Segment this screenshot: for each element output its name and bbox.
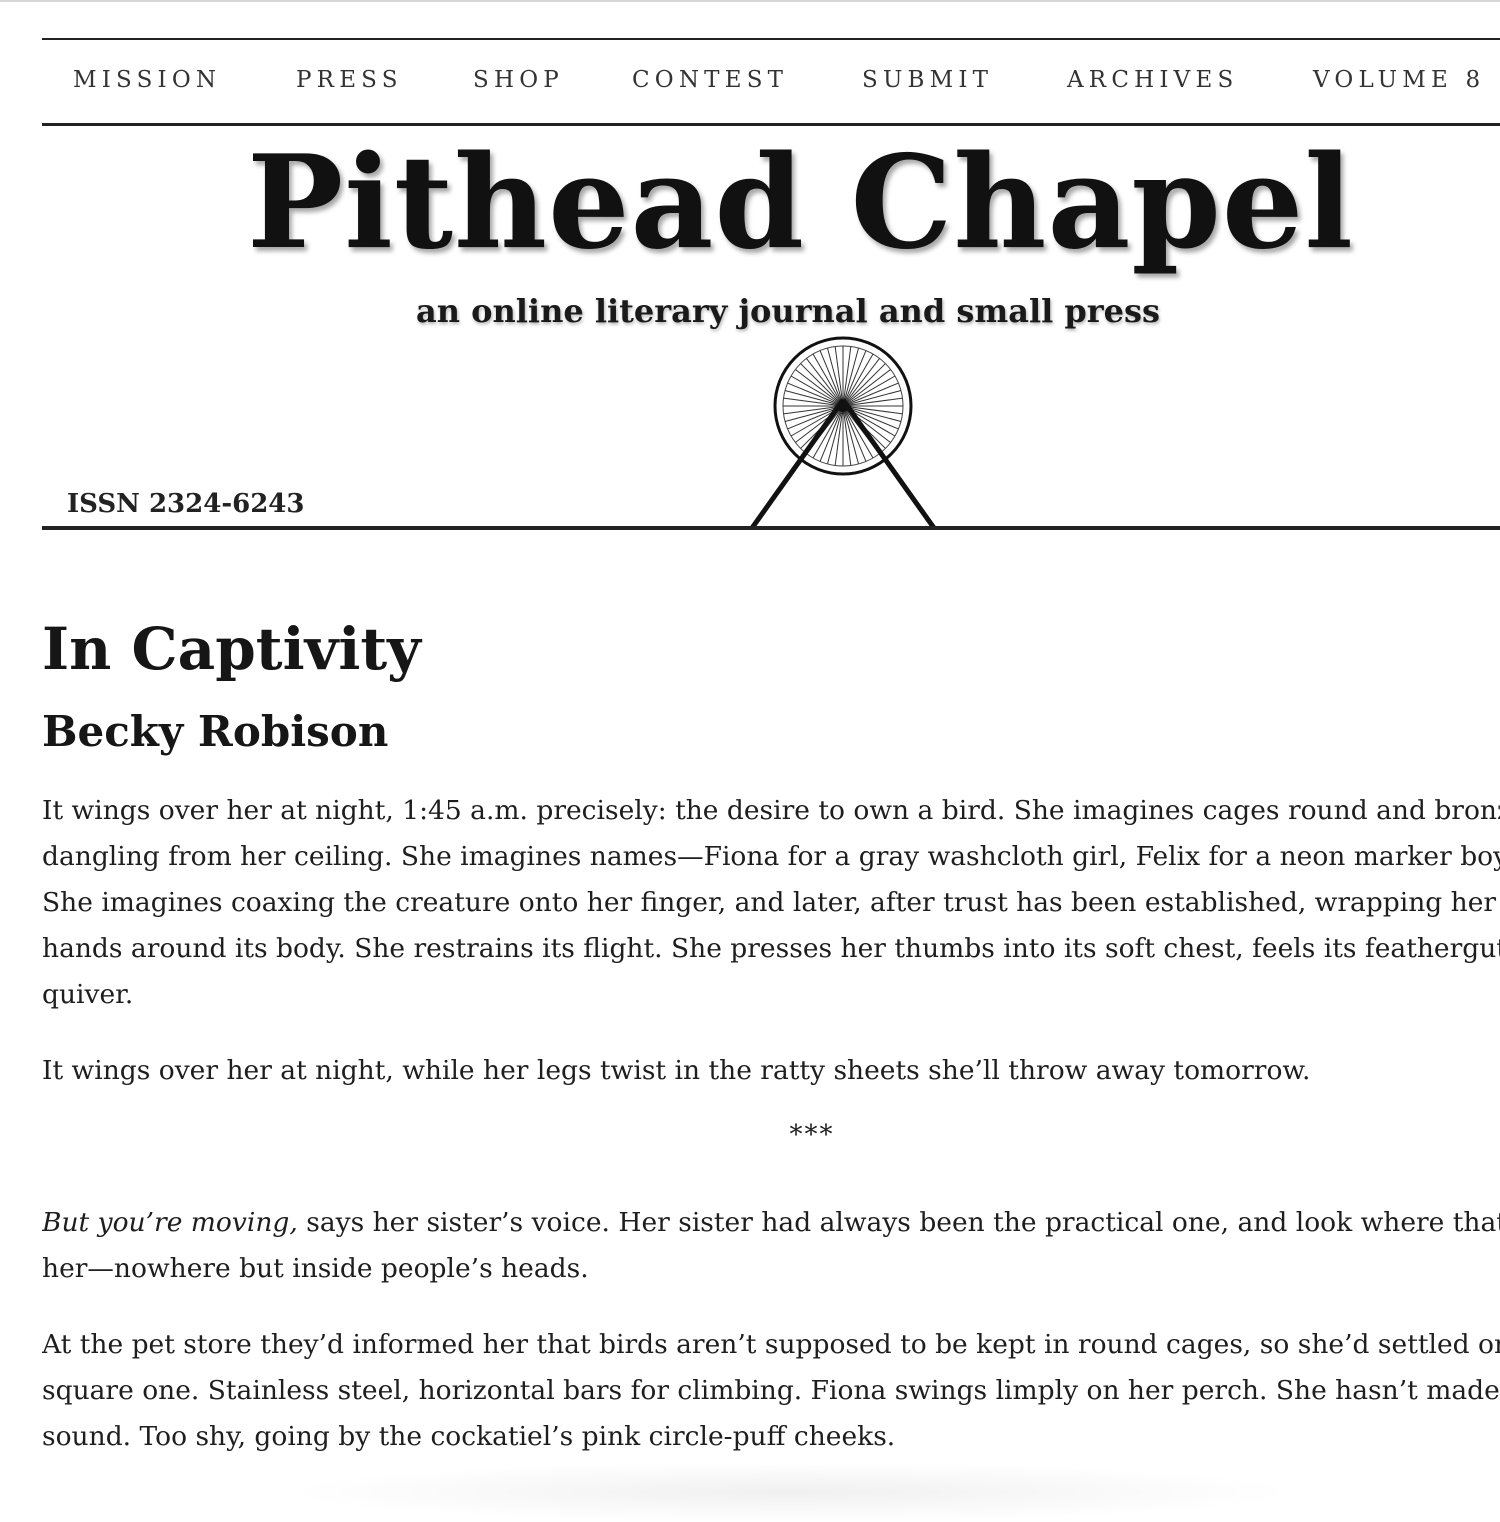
paragraph-line: sound. Too shy, going by the cockatiel’s… bbox=[42, 1421, 896, 1452]
issn-label: ISSN 2324-6243 bbox=[67, 489, 305, 519]
italic-quote: But you’re moving, bbox=[42, 1207, 298, 1238]
paragraph-text: says her sister’s voice. Her sister had … bbox=[297, 1207, 1500, 1238]
paragraph-line: dangling from her ceiling. She imagines … bbox=[42, 841, 1500, 872]
site-banner[interactable]: Pithead Chapel an online literary journa… bbox=[42, 128, 1500, 530]
nav-press-link[interactable]: PRESS bbox=[296, 67, 403, 93]
paragraph-line: quiver. bbox=[42, 979, 134, 1010]
paragraph-line: At the pet store they’d informed her tha… bbox=[42, 1329, 1500, 1360]
headframe-wheel-icon bbox=[750, 336, 936, 526]
site-title: Pithead Chapel bbox=[247, 128, 1354, 278]
nav-shop-link[interactable]: SHOP bbox=[473, 67, 564, 93]
article: In Captivity Becky Robison bbox=[42, 615, 1500, 757]
main-nav: MISSION PRESS SHOP CONTEST SUBMIT ARCHIV… bbox=[42, 38, 1500, 126]
article-title: In Captivity bbox=[42, 615, 421, 683]
site-tagline: an online literary journal and small pre… bbox=[416, 292, 1161, 330]
paragraph-2: It wings over her at night, while her le… bbox=[42, 1048, 1500, 1094]
nav-submit-link[interactable]: SUBMIT bbox=[862, 67, 993, 93]
nav-volume-link[interactable]: VOLUME 8 bbox=[1313, 67, 1485, 93]
bottom-shadow bbox=[280, 1462, 1300, 1522]
paragraph-line: She imagines coaxing the creature onto h… bbox=[42, 887, 1497, 918]
paragraph-1: It wings over her at night, 1:45 a.m. pr… bbox=[42, 788, 1500, 1018]
nav-archives-link[interactable]: ARCHIVES bbox=[1067, 67, 1238, 93]
section-separator: *** bbox=[789, 1120, 835, 1150]
article-author: Becky Robison bbox=[42, 706, 389, 756]
paragraph-line: square one. Stainless steel, horizontal … bbox=[42, 1375, 1500, 1406]
top-divider bbox=[0, 0, 1500, 2]
paragraph-line: hands around its body. She restrains its… bbox=[42, 933, 1500, 964]
nav-contest-link[interactable]: CONTEST bbox=[632, 67, 788, 93]
paragraph-line: It wings over her at night, while her le… bbox=[42, 1055, 1311, 1086]
paragraph-line: But you’re moving, says her sister’s voi… bbox=[42, 1200, 1500, 1246]
nav-mission-link[interactable]: MISSION bbox=[73, 67, 221, 93]
paragraph-4: At the pet store they’d informed her tha… bbox=[42, 1322, 1500, 1460]
paragraph-3: But you’re moving, says her sister’s voi… bbox=[42, 1200, 1500, 1292]
paragraph-line: her—nowhere but inside people’s heads. bbox=[42, 1253, 589, 1284]
paragraph-line: It wings over her at night, 1:45 a.m. pr… bbox=[42, 795, 1500, 826]
